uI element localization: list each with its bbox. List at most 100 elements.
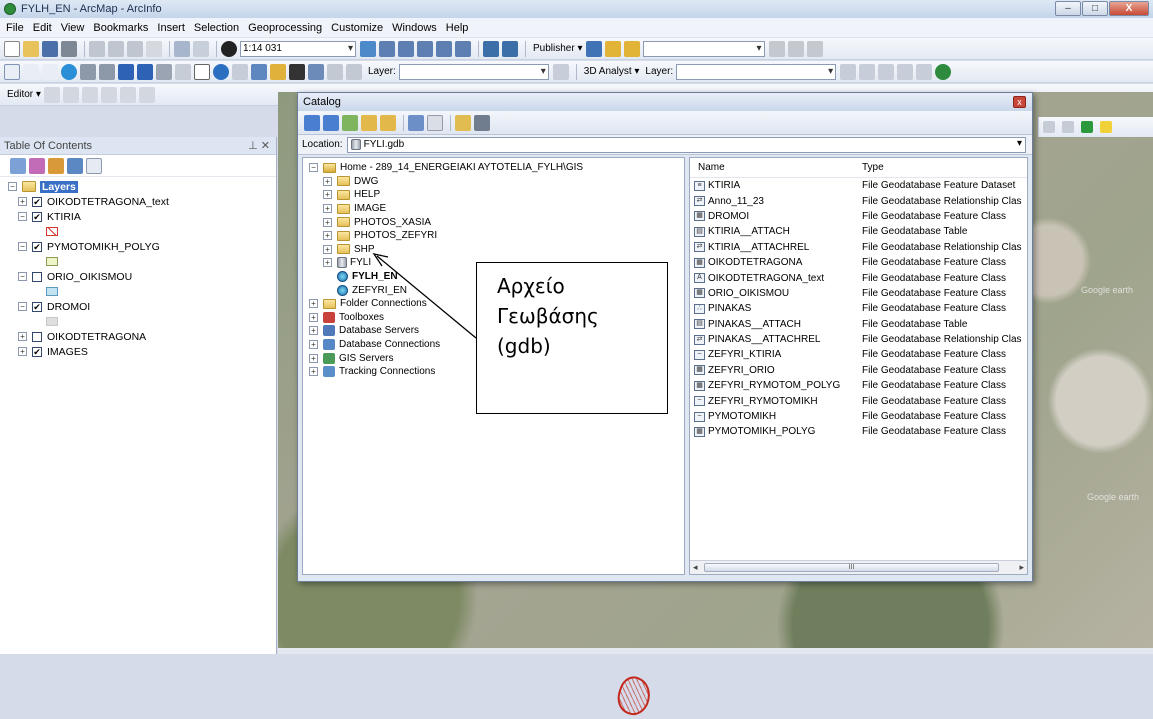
paste-icon[interactable] xyxy=(127,40,143,57)
layers-root[interactable]: − Layers xyxy=(8,179,276,194)
arcglobe-icon[interactable] xyxy=(935,63,952,80)
expand-icon[interactable]: + xyxy=(309,353,318,363)
tree-node-folder[interactable]: + PHOTOS_XASIA xyxy=(309,215,684,229)
ktiria-symbol[interactable] xyxy=(46,227,58,236)
catalog-window-icon[interactable] xyxy=(398,40,414,57)
expand-icon[interactable]: + xyxy=(18,332,27,341)
maximize-button[interactable]: □ xyxy=(1082,1,1108,16)
time-slider-icon[interactable] xyxy=(346,63,362,80)
expand-icon[interactable]: + xyxy=(309,340,318,350)
list-item[interactable]: ▦ ZEFYRI_RYMOTOM_POLYG File Geodatabase Fe… xyxy=(690,378,1027,393)
column-header-name[interactable]: Name xyxy=(690,162,862,173)
list-item[interactable]: ∴ PINAKAS File Geodatabase Feature Class xyxy=(690,301,1027,316)
expand-icon[interactable]: + xyxy=(323,244,332,254)
editor-menu[interactable]: Editor ▾ xyxy=(7,89,41,100)
toc-layer-row[interactable]: + OIKODTETRAGONA xyxy=(8,329,276,344)
menu-selection[interactable]: Selection xyxy=(194,22,239,34)
arctoolbox-icon[interactable] xyxy=(436,40,452,57)
expand-icon[interactable]: + xyxy=(18,197,27,206)
select-features-icon[interactable] xyxy=(156,63,172,80)
scroll-thumb[interactable]: III xyxy=(704,563,999,572)
interpolate-point-icon[interactable] xyxy=(897,63,914,80)
expand-icon[interactable]: + xyxy=(18,347,27,356)
copy-icon[interactable] xyxy=(108,40,124,57)
forward-icon[interactable] xyxy=(323,114,339,131)
list-by-source-icon[interactable] xyxy=(29,157,45,174)
save-icon[interactable] xyxy=(42,40,58,57)
list-item[interactable]: ⇄ KTIRIA__ATTACHREL File Geodatabase Relat… xyxy=(690,240,1027,255)
toc-header-buttons[interactable]: ⊥ ✕ xyxy=(248,139,270,152)
3d-analyst-menu[interactable]: 3D Analyst ▾ xyxy=(584,66,640,77)
open-pmf-icon[interactable] xyxy=(623,40,640,57)
fixed-zoom-out-icon[interactable] xyxy=(99,63,115,80)
options-icon[interactable] xyxy=(86,157,102,174)
layer-visibility-checkbox[interactable] xyxy=(32,271,42,282)
new-document-icon[interactable] xyxy=(4,40,20,57)
expand-icon[interactable]: + xyxy=(309,326,318,336)
forward-extent-icon[interactable] xyxy=(137,63,153,80)
list-item[interactable]: ≡ KTIRIA File Geodatabase Feature Dataset xyxy=(690,178,1027,193)
toc-layer-row[interactable]: − ORIO_OIKISMOU xyxy=(8,269,276,284)
layer-visibility-checkbox[interactable]: ✔ xyxy=(32,301,42,312)
tree-node-folder[interactable]: + PHOTOS_ZEFYRI xyxy=(309,229,684,243)
list-by-selection-icon[interactable] xyxy=(67,157,83,174)
marker-color-icon[interactable] xyxy=(1100,121,1112,133)
search-window-icon[interactable] xyxy=(417,40,433,57)
pymotomikh-symbol[interactable] xyxy=(46,257,58,266)
cut-icon[interactable] xyxy=(89,40,105,57)
home-folder-icon[interactable] xyxy=(361,114,377,131)
layer-visibility-checkbox[interactable]: ✔ xyxy=(32,196,42,207)
toc-layer-row[interactable]: + ✔ OIKODTETRAGONA_text xyxy=(8,194,276,209)
column-header-type[interactable]: Type xyxy=(862,162,1027,173)
expand-icon[interactable]: + xyxy=(323,231,332,241)
line-of-sight-icon[interactable] xyxy=(878,63,895,80)
minimize-button[interactable]: – xyxy=(1055,1,1081,16)
collapse-icon[interactable]: − xyxy=(18,212,27,221)
map-scale-combo[interactable]: 1:14 031 xyxy=(240,40,356,57)
disconnect-icon[interactable] xyxy=(474,114,490,131)
menu-geoprocessing[interactable]: Geoprocessing xyxy=(248,22,322,34)
collapse-icon[interactable]: − xyxy=(18,302,27,311)
straight-segment-icon[interactable] xyxy=(81,86,98,103)
delete-icon[interactable] xyxy=(146,40,162,57)
undo-icon[interactable] xyxy=(174,40,190,57)
collapse-icon[interactable]: − xyxy=(18,242,27,251)
toc-window-icon[interactable] xyxy=(379,40,395,57)
model-builder-icon[interactable] xyxy=(483,40,499,57)
find-icon[interactable] xyxy=(251,63,267,80)
toc-layer-row[interactable]: − ✔ PYMOTOMIKH_POLYG xyxy=(8,239,276,254)
catalog-close-button[interactable]: x xyxy=(1013,96,1026,108)
fill-color-icon[interactable] xyxy=(1043,121,1055,133)
publisher-folder-icon[interactable] xyxy=(604,40,621,57)
collapse-icon[interactable]: − xyxy=(18,272,27,281)
select-elements-icon[interactable] xyxy=(194,63,210,80)
editor-toolbar-icon[interactable] xyxy=(360,40,376,57)
tree-node-folder[interactable]: + IMAGE xyxy=(309,202,684,216)
layer-visibility-checkbox[interactable] xyxy=(32,331,42,342)
layer-visibility-checkbox[interactable]: ✔ xyxy=(32,346,42,357)
tree-node-folder[interactable]: + SHP xyxy=(309,243,684,257)
up-one-level-icon[interactable] xyxy=(342,114,358,131)
orio-symbol[interactable] xyxy=(46,287,58,296)
whats-this-icon[interactable] xyxy=(502,40,518,57)
add-data-icon[interactable] xyxy=(221,40,237,57)
expand-icon[interactable]: + xyxy=(309,312,318,322)
expand-icon[interactable]: + xyxy=(323,176,332,186)
font-color-icon[interactable] xyxy=(1081,121,1093,133)
toc-layer-row[interactable]: − ✔ KTIRIA xyxy=(8,209,276,224)
list-item[interactable]: ▦ PYMOTOMIKH_POLYG File Geodatabase Featur… xyxy=(690,424,1027,439)
layer-combo-1[interactable] xyxy=(398,63,549,80)
find-route-icon[interactable] xyxy=(270,63,286,80)
fixed-zoom-in-icon[interactable] xyxy=(80,63,96,80)
toggle-contents-icon[interactable] xyxy=(455,114,471,131)
list-item[interactable]: ▦ ORIO_OIKISMOU File Geodatabase Feature C… xyxy=(690,286,1027,301)
layer-visibility-checkbox[interactable]: ✔ xyxy=(32,211,42,222)
scroll-right-icon[interactable]: ▸ xyxy=(1019,562,1024,573)
connect-folder-icon[interactable] xyxy=(380,114,396,131)
list-by-visibility-icon[interactable] xyxy=(48,157,64,174)
expand-icon[interactable]: + xyxy=(323,217,332,227)
tree-node-home[interactable]: − Home - 289_14_ENERGEIAKI AYTOTELIA_FYL… xyxy=(309,161,684,175)
steepest-path-icon[interactable] xyxy=(859,63,876,80)
menu-help[interactable]: Help xyxy=(446,22,469,34)
expand-icon[interactable]: + xyxy=(323,190,332,200)
